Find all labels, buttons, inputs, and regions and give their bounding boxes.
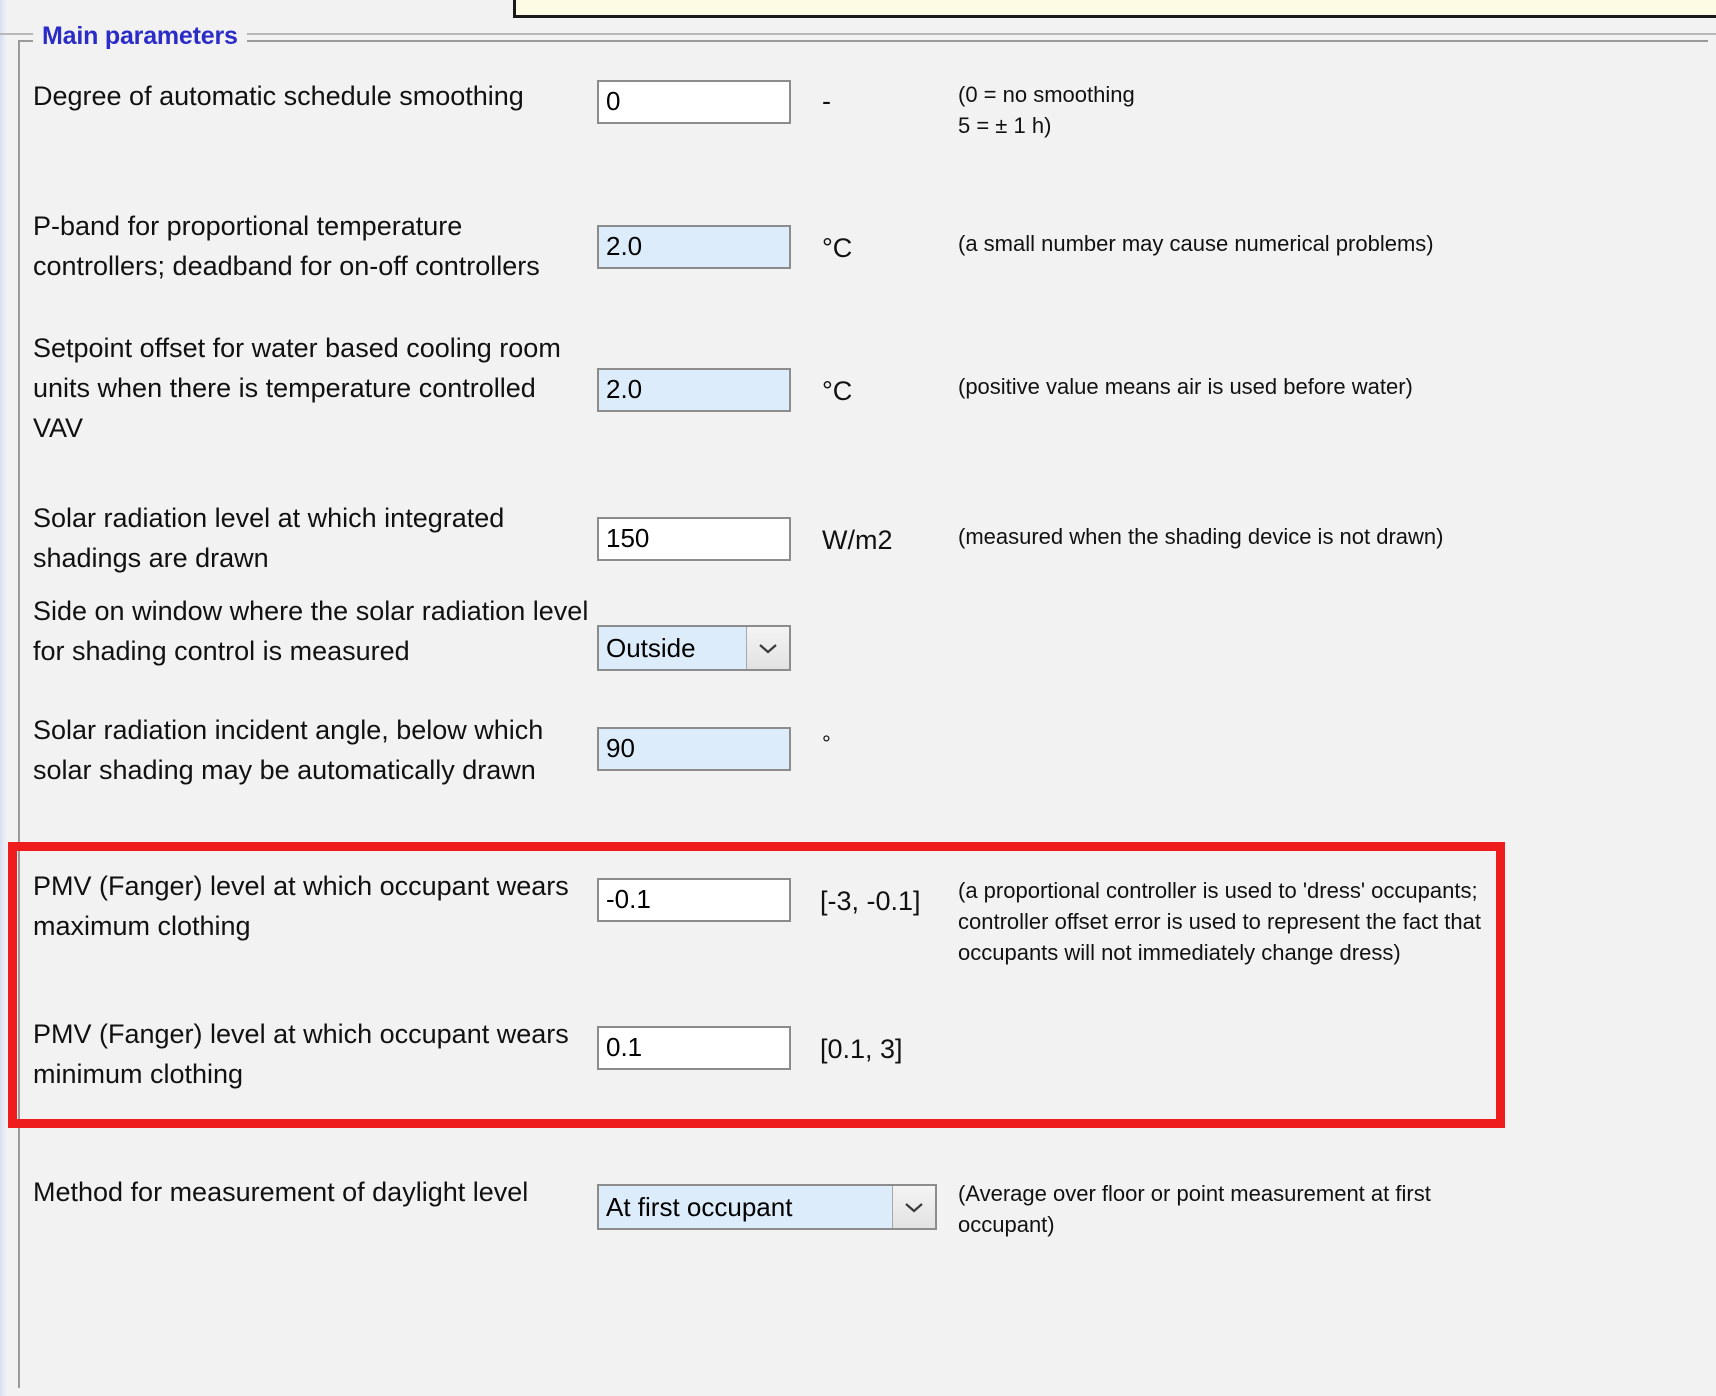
label-schedule-smoothing: Degree of automatic schedule smoothing	[33, 81, 524, 111]
label-solar-incident-angle: Solar radiation incident angle, below wh…	[33, 715, 544, 785]
field-solar-incident-angle[interactable]: 90	[597, 727, 791, 771]
hint-solar-radiation-shading: (measured when the shading device is not…	[958, 524, 1444, 549]
top-divider	[0, 33, 1716, 35]
groupbox-title: Main parameters	[33, 22, 247, 51]
combobox-toggle-window-side[interactable]	[746, 627, 789, 669]
hint-daylight-measurement-method: (Average over floor or point measurement…	[958, 1181, 1431, 1237]
unit-solar-incident-angle: °	[822, 731, 831, 756]
field-window-side-measured[interactable]: Outside	[597, 625, 791, 671]
field-pmv-min-clothing[interactable]: 0.1	[597, 1026, 791, 1070]
tooltip-panel-remnant	[513, 0, 1716, 18]
hint-pmv-max-clothing: (a proportional controller is used to 'd…	[958, 878, 1481, 965]
input-schedule-smoothing[interactable]: 0	[597, 80, 791, 124]
label-window-side-measured: Side on window where the solar radiation…	[33, 596, 589, 666]
unit-schedule-smoothing: -	[822, 86, 831, 116]
chevron-down-icon	[905, 1202, 923, 1212]
label-daylight-measurement-method: Method for measurement of daylight level	[33, 1177, 529, 1207]
chevron-down-icon	[759, 643, 777, 653]
label-solar-radiation-shading: Solar radiation level at which integrate…	[33, 503, 505, 573]
hint-line-1: (0 = no smoothing	[958, 82, 1135, 107]
unit-p-band: °C	[822, 233, 853, 263]
unit-pmv-min-clothing: [0.1, 3]	[820, 1034, 903, 1064]
unit-solar-radiation-shading: W/m2	[822, 525, 893, 555]
combobox-value-daylight-method: At first occupant	[606, 1192, 793, 1222]
combobox-toggle-daylight-method[interactable]	[892, 1186, 935, 1228]
field-daylight-measurement-method[interactable]: At first occupant	[597, 1184, 937, 1230]
combobox-window-side-measured[interactable]: Outside	[597, 625, 791, 671]
label-p-band: P-band for proportional temperature cont…	[33, 211, 540, 281]
field-schedule-smoothing[interactable]: 0	[597, 80, 791, 124]
combobox-value-window-side: Outside	[606, 633, 696, 663]
field-pmv-max-clothing[interactable]: -0.1	[597, 878, 791, 922]
window-edge-strip	[0, 0, 7, 1396]
label-pmv-max-clothing: PMV (Fanger) level at which occupant wea…	[33, 871, 569, 941]
field-solar-radiation-shading[interactable]: 150	[597, 517, 791, 561]
input-p-band[interactable]: 2.0	[597, 225, 791, 269]
label-setpoint-offset-vav: Setpoint offset for water based cooling …	[33, 333, 561, 443]
field-p-band[interactable]: 2.0	[597, 225, 791, 269]
label-pmv-min-clothing: PMV (Fanger) level at which occupant wea…	[33, 1019, 569, 1089]
input-pmv-max-clothing[interactable]: -0.1	[597, 878, 791, 922]
field-setpoint-offset-vav[interactable]: 2.0	[597, 368, 791, 412]
unit-setpoint-offset-vav: °C	[822, 376, 853, 406]
combobox-daylight-measurement-method[interactable]: At first occupant	[597, 1184, 937, 1230]
input-solar-incident-angle[interactable]: 90	[597, 727, 791, 771]
input-solar-radiation-shading[interactable]: 150	[597, 517, 791, 561]
hint-schedule-smoothing: (0 = no smoothing 5 = ± 1 h)	[958, 79, 1518, 141]
input-pmv-min-clothing[interactable]: 0.1	[597, 1026, 791, 1070]
unit-pmv-max-clothing: [-3, -0.1]	[820, 886, 921, 916]
hint-p-band: (a small number may cause numerical prob…	[958, 231, 1434, 256]
input-setpoint-offset-vav[interactable]: 2.0	[597, 368, 791, 412]
hint-line-2: 5 = ± 1 h)	[958, 113, 1052, 138]
hint-setpoint-offset-vav: (positive value means air is used before…	[958, 374, 1413, 399]
